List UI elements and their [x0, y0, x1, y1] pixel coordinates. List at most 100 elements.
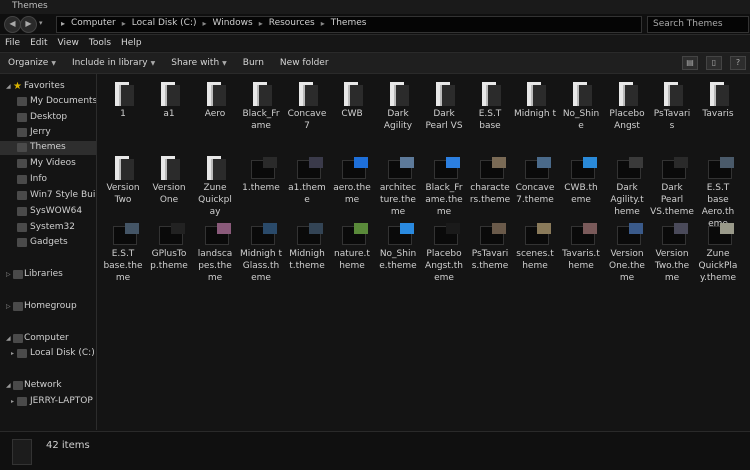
nav-item-gadgets[interactable]: Gadgets — [0, 236, 96, 250]
theme-file-item[interactable]: Concave 7.theme — [513, 152, 557, 206]
theme-file-item[interactable]: No_Shin e.theme — [376, 218, 420, 272]
nav-jerry-laptop[interactable]: ▸ JERRY-LAPTOP — [0, 395, 96, 409]
theme-file-item[interactable]: a1.them e — [285, 152, 329, 206]
share-with-button[interactable]: Share with ▼ — [163, 58, 235, 68]
menu-tools[interactable]: Tools — [84, 35, 116, 51]
nav-network[interactable]: ◢ Network — [0, 379, 96, 393]
theme-file-item[interactable]: nature.t heme — [330, 218, 374, 272]
theme-file-item[interactable]: E.S.T base.the me — [101, 218, 145, 284]
expand-icon[interactable]: ▸ — [11, 350, 14, 357]
nav-item-syswow64[interactable]: SysWOW64 — [0, 205, 96, 219]
nav-local-disk[interactable]: ▸ Local Disk (C:) — [0, 347, 96, 361]
folder-item[interactable]: CWB — [330, 78, 374, 120]
folder-item[interactable]: E.S.T base — [468, 78, 512, 132]
crumb-local-disk[interactable]: Local Disk (C:) — [132, 18, 197, 28]
theme-file-item[interactable]: Midnigh t.theme — [285, 218, 329, 272]
theme-file-item[interactable]: Black_Fr ame.the me — [422, 152, 466, 218]
theme-file-item[interactable]: Version One.the me — [605, 218, 649, 284]
crumb-windows[interactable]: Windows — [213, 18, 253, 28]
folder-item[interactable]: Midnigh t — [513, 78, 557, 120]
nav-favorites[interactable]: ◢ ★ Favorites — [0, 80, 96, 94]
nav-libraries[interactable]: ▷ Libraries — [0, 268, 96, 282]
nav-item-win7-style-builder[interactable]: Win7 Style Buil — [0, 189, 96, 203]
chevron-right-icon[interactable]: ▸ — [203, 19, 207, 28]
nav-item-themes[interactable]: Themes — [0, 141, 96, 155]
nav-item-my-documents[interactable]: My Documents — [0, 95, 96, 109]
menu-help[interactable]: Help — [116, 35, 147, 51]
theme-file-item[interactable]: Dark Agility.t heme — [605, 152, 649, 218]
organize-button[interactable]: Organize ▼ — [0, 58, 64, 68]
folder-item[interactable]: Concave 7 — [285, 78, 329, 132]
menu-file[interactable]: File — [0, 35, 25, 51]
crumb-resources[interactable]: Resources — [269, 18, 315, 28]
breadcrumb[interactable]: ▸ Computer ▸ Local Disk (C:) ▸ Windows ▸ Re… — [56, 16, 642, 33]
theme-file-item[interactable]: Version Two.the me — [650, 218, 694, 284]
theme-file-icon — [559, 218, 603, 248]
recent-pages-dropdown-icon[interactable]: ▾ — [39, 19, 43, 27]
chevron-right-icon[interactable]: ▸ — [122, 19, 126, 28]
theme-file-item[interactable]: PsTavari s.theme — [468, 218, 512, 272]
expand-icon[interactable]: ◢ — [6, 335, 11, 342]
theme-file-icon — [422, 152, 466, 182]
theme-file-item[interactable]: Dark Pearl VS.theme — [650, 152, 694, 218]
theme-file-item[interactable]: scenes.t heme — [513, 218, 557, 272]
folder-item[interactable]: Version One — [147, 152, 191, 206]
folder-item[interactable]: No_Shin e — [559, 78, 603, 132]
burn-button[interactable]: Burn — [235, 58, 272, 68]
expand-icon[interactable]: ◢ — [6, 382, 11, 389]
theme-file-item[interactable]: Placebo Angst.th eme — [422, 218, 466, 284]
nav-item-info[interactable]: Info — [0, 173, 96, 187]
menu-view[interactable]: View — [53, 35, 84, 51]
view-options-icon[interactable]: ▤ — [682, 56, 698, 70]
theme-file-item[interactable]: Zune QuickPla y.theme — [696, 218, 740, 284]
crumb-themes[interactable]: Themes — [331, 18, 367, 28]
share-label: Share with — [171, 58, 220, 68]
forward-button[interactable]: ▶ — [20, 16, 37, 33]
folder-item[interactable]: Tavaris — [696, 78, 740, 120]
nav-homegroup[interactable]: ▷ Homegroup — [0, 300, 96, 314]
folder-item[interactable]: Black_Fr ame — [239, 78, 283, 132]
theme-file-item[interactable]: CWB.th eme — [559, 152, 603, 206]
nav-item-my-videos[interactable]: My Videos — [0, 157, 96, 171]
nav-item-system32[interactable]: System32 — [0, 221, 96, 235]
include-in-library-button[interactable]: Include in library ▼ — [64, 58, 163, 68]
theme-file-item[interactable]: GPlusTo p.theme — [147, 218, 191, 272]
crumb-computer[interactable]: Computer — [71, 18, 116, 28]
folder-item[interactable]: Dark Pearl VS — [422, 78, 466, 132]
theme-file-item[interactable]: architec ture.the me — [376, 152, 420, 218]
folder-item[interactable]: PsTavari s — [650, 78, 694, 132]
nav-item-jerry[interactable]: Jerry — [0, 126, 96, 140]
nav-computer[interactable]: ◢ Computer — [0, 332, 96, 346]
expand-icon[interactable]: ▸ — [11, 398, 14, 405]
item-label: CWB — [341, 109, 363, 119]
search-input[interactable]: Search Themes — [647, 16, 749, 33]
folder-item[interactable]: Zune Quickpl ay — [193, 152, 237, 218]
menu-edit[interactable]: Edit — [25, 35, 52, 51]
theme-file-item[interactable]: aero.the me — [330, 152, 374, 206]
theme-file-icon — [147, 218, 191, 248]
folder-item[interactable]: Aero — [193, 78, 237, 120]
preview-pane-icon[interactable]: ▯ — [706, 56, 722, 70]
theme-file-icon — [468, 218, 512, 248]
chevron-right-icon[interactable]: ▸ — [321, 19, 325, 28]
theme-file-item[interactable]: landsca pes.the me — [193, 218, 237, 284]
help-icon[interactable]: ? — [730, 56, 746, 70]
theme-file-item[interactable]: Midnigh t Glass.th eme — [239, 218, 283, 284]
chevron-right-icon[interactable]: ▸ — [259, 19, 263, 28]
folder-item[interactable]: Dark Agility — [376, 78, 420, 132]
expand-icon[interactable]: ▷ — [6, 303, 11, 310]
theme-file-item[interactable]: Tavaris.t heme — [559, 218, 603, 272]
theme-file-item[interactable]: 1.theme — [239, 152, 283, 194]
search-placeholder: Search Themes — [653, 19, 723, 29]
item-label: GPlusTo p.theme — [150, 249, 188, 271]
new-folder-button[interactable]: New folder — [272, 58, 337, 68]
theme-file-item[interactable]: characte rs.theme — [468, 152, 512, 206]
folder-item[interactable]: 1 — [101, 78, 145, 120]
back-button[interactable]: ◀ — [4, 16, 21, 33]
nav-item-desktop[interactable]: Desktop — [0, 111, 96, 125]
expand-icon[interactable]: ◢ — [6, 83, 11, 90]
folder-item[interactable]: Placebo Angst — [605, 78, 649, 132]
folder-item[interactable]: a1 — [147, 78, 191, 120]
folder-item[interactable]: Version Two — [101, 152, 145, 206]
expand-icon[interactable]: ▷ — [6, 271, 11, 278]
